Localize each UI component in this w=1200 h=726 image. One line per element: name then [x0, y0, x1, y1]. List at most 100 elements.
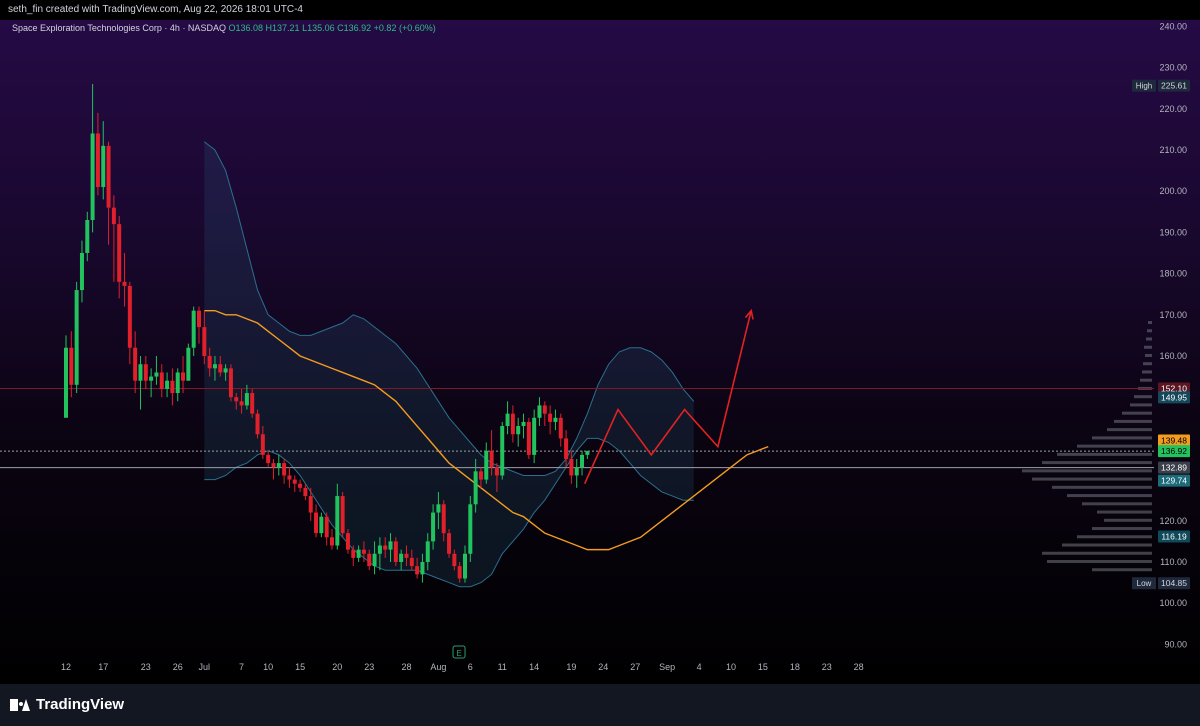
volume-profile-bar	[1146, 337, 1152, 341]
candle-body	[542, 405, 547, 414]
candle-body	[228, 368, 233, 398]
candle-body	[165, 380, 170, 389]
candle-body	[276, 463, 281, 468]
candle-body	[319, 516, 324, 534]
attribution-text: seth_fin created with TradingView.com, A…	[8, 4, 303, 15]
candle-body	[468, 504, 473, 554]
volume-profile-bar	[1145, 353, 1152, 357]
candle-body	[111, 207, 116, 225]
symbol-legend: Space Exploration Technologies Corp · 4h…	[12, 23, 436, 33]
x-tick-label: 26	[173, 662, 183, 672]
x-tick-label: Jul	[199, 662, 211, 672]
volume-profile-bar	[1022, 469, 1152, 473]
x-tick-label: Sep	[659, 662, 675, 672]
candle-body	[489, 450, 494, 468]
candle-body	[564, 438, 569, 459]
candle-body	[218, 364, 223, 373]
candle-body	[175, 372, 180, 394]
x-tick-label: 18	[790, 662, 800, 672]
chart-area[interactable]: 90.00100.00110.00120.00130.00140.00150.0…	[0, 20, 1200, 684]
candle-body	[532, 417, 537, 455]
attribution-bar: seth_fin created with TradingView.com, A…	[0, 0, 1200, 20]
y-tick-label: 180.00	[1159, 269, 1187, 279]
volume-profile-bar	[1122, 411, 1152, 415]
candle-body	[197, 310, 201, 328]
volume-profile-bar	[1140, 378, 1152, 382]
candle-body	[457, 566, 462, 579]
y-tick-label: 200.00	[1159, 186, 1187, 196]
y-tick-label: 170.00	[1159, 310, 1187, 320]
candle-body	[585, 451, 590, 455]
candle-body	[159, 372, 164, 389]
candle-body	[133, 347, 138, 381]
volume-profile-bar	[1097, 510, 1152, 514]
candle-body	[234, 397, 239, 402]
candle-body	[548, 413, 553, 422]
volume-profile-bar	[1052, 485, 1152, 489]
candle-body	[314, 512, 319, 534]
candle-body	[340, 496, 345, 534]
symbol-name: Space Exploration Technologies Corp · 4h…	[12, 23, 226, 33]
candle-body	[239, 401, 244, 406]
y-tick-label: 240.00	[1159, 21, 1187, 31]
volume-profile-bar	[1077, 535, 1152, 539]
candle-body	[266, 454, 271, 464]
candle-body	[287, 475, 292, 480]
candle-body	[212, 364, 217, 369]
price-chart[interactable]: 90.00100.00110.00120.00130.00140.00150.0…	[0, 20, 1200, 684]
y-tick-label: 110.00	[1160, 557, 1187, 567]
candle-body	[415, 566, 420, 575]
candle-body	[138, 364, 143, 381]
volume-profile-bar	[1042, 461, 1152, 465]
volume-profile-bar	[1077, 444, 1152, 448]
x-tick-label: 27	[630, 662, 640, 672]
volume-profile-bar	[1092, 436, 1152, 440]
candle-body	[473, 471, 478, 505]
candle-body	[372, 553, 377, 567]
candle-body	[447, 533, 452, 554]
volume-profile-bar	[1032, 477, 1152, 481]
candle-body	[181, 372, 186, 381]
candle-body	[117, 224, 122, 282]
x-tick-label: 11	[498, 662, 507, 672]
candle-body	[580, 454, 585, 468]
x-tick-label: 10	[263, 662, 273, 672]
x-tick-label: 12	[61, 662, 71, 672]
candle-body	[127, 285, 132, 348]
volume-profile-bar	[1047, 559, 1152, 563]
earnings-marker-label: E	[456, 649, 461, 658]
candle-body	[149, 376, 154, 381]
candle-body	[101, 145, 106, 188]
candle-body	[494, 467, 499, 476]
candle-body	[191, 310, 196, 348]
candle-body	[85, 220, 90, 253]
candle-body	[303, 487, 308, 497]
tradingview-brand[interactable]: TradingView	[10, 696, 124, 713]
x-tick-label: 17	[98, 662, 108, 672]
candle-body	[250, 393, 255, 414]
price-level-value: 116.19	[1161, 531, 1187, 541]
candle-body	[351, 549, 356, 558]
volume-profile-bar	[1148, 321, 1152, 325]
price-level-value: 139.48	[1161, 436, 1187, 446]
candle-body	[425, 541, 430, 562]
x-tick-label: 24	[598, 662, 608, 672]
candle-body	[452, 553, 457, 567]
volume-profile-bar	[1114, 419, 1152, 423]
candle-body	[377, 545, 382, 554]
legend-close: C136.92	[337, 23, 372, 33]
x-tick-label: 15	[758, 662, 768, 672]
candle-body	[202, 327, 207, 356]
volume-profile-bar	[1057, 452, 1152, 456]
x-tick-label: 20	[332, 662, 342, 672]
candle-body	[558, 417, 563, 439]
y-tick-label: 90.00	[1164, 639, 1187, 649]
candle-body	[106, 145, 111, 208]
candle-body	[441, 504, 446, 534]
x-tick-label: 23	[822, 662, 832, 672]
price-level-value: 225.61	[1161, 81, 1187, 91]
candle-body	[537, 405, 542, 418]
bollinger-band-fill	[204, 141, 694, 587]
candle-body	[361, 549, 366, 554]
candle-body	[478, 471, 483, 480]
